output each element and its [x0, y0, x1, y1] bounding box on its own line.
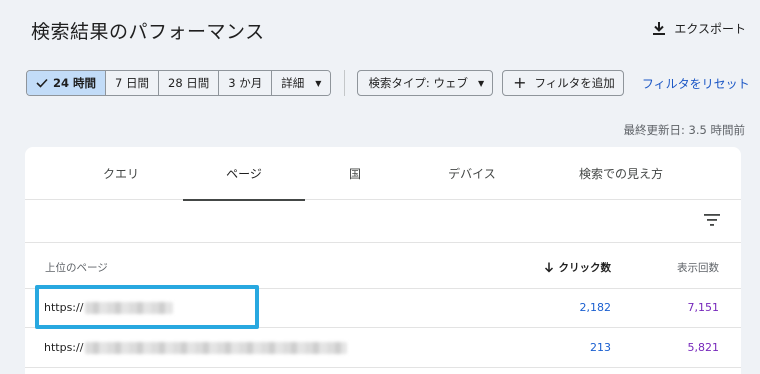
- search-type-label: 検索タイプ: ウェブ: [368, 76, 468, 90]
- results-card: クエリ ページ 国 デバイス 検索での見え方 上位のページ クリック数 表示回数…: [25, 147, 741, 374]
- reset-filters-link[interactable]: フィルタをリセット: [642, 75, 750, 92]
- impressions-value: 7,151: [687, 301, 720, 314]
- page-header: 検索結果のパフォーマンス エクスポート: [0, 0, 760, 60]
- caret-down-icon: ▼: [477, 78, 485, 88]
- tab-queries[interactable]: クエリ: [61, 147, 181, 200]
- filter-toolbar: 24 時間 7 日間 28 日間 3 か月 詳細 ▼ 検索タイプ: ウェブ ▼ …: [26, 70, 750, 96]
- highlight-box: [35, 285, 259, 329]
- toolbar-divider: [344, 70, 346, 96]
- date-range-3m[interactable]: 3 か月: [219, 71, 273, 95]
- column-header-clicks[interactable]: クリック数: [544, 260, 612, 275]
- tab-search-appearance[interactable]: 検索での見え方: [541, 147, 701, 200]
- date-range-label: 28 日間: [168, 76, 210, 90]
- dimension-tabs: クエリ ページ 国 デバイス 検索での見え方: [25, 147, 741, 201]
- add-filter-label: フィルタを追加: [534, 76, 615, 90]
- date-range-label: 3 か月: [228, 76, 263, 90]
- date-range-selector: 24 時間 7 日間 28 日間 3 か月 詳細 ▼: [26, 70, 332, 96]
- page-title: 検索結果のパフォーマンス: [31, 21, 265, 43]
- table-filter-button[interactable]: [704, 211, 720, 230]
- detail-label: 詳細: [281, 76, 305, 90]
- impressions-value: 5,821: [687, 341, 720, 354]
- check-icon: [36, 78, 48, 88]
- clicks-header-label: クリック数: [558, 262, 612, 274]
- date-range-7d[interactable]: 7 日間: [106, 71, 159, 95]
- add-filter-button[interactable]: + フィルタを追加: [502, 70, 624, 96]
- plus-icon: +: [513, 73, 527, 92]
- date-range-label: 24 時間: [53, 76, 97, 90]
- page-url: https://: [44, 341, 348, 354]
- caret-down-icon: ▼: [315, 78, 322, 88]
- filter-list-icon: [704, 214, 720, 226]
- table-header: 上位のページ クリック数 表示回数: [25, 243, 741, 289]
- date-range-28d[interactable]: 28 日間: [159, 71, 220, 95]
- redacted-url: [85, 341, 348, 354]
- url-prefix: https://: [44, 341, 84, 354]
- last-updated-text: 最終更新日: 3.5 時間前: [623, 123, 745, 137]
- date-range-detail-dropdown[interactable]: 詳細 ▼: [272, 71, 331, 95]
- clicks-value: 2,182: [579, 301, 612, 314]
- column-header-impressions[interactable]: 表示回数: [677, 260, 719, 275]
- tab-countries[interactable]: 国: [307, 147, 403, 200]
- tab-devices[interactable]: デバイス: [405, 147, 539, 200]
- export-label: エクスポート: [674, 22, 746, 36]
- column-header-page[interactable]: 上位のページ: [45, 260, 108, 275]
- table-row[interactable]: https:// 213 5,821: [25, 329, 741, 368]
- search-type-dropdown[interactable]: 検索タイプ: ウェブ ▼: [357, 70, 494, 96]
- clicks-value: 213: [590, 341, 611, 354]
- date-range-label: 7 日間: [115, 76, 149, 90]
- arrow-down-icon: [544, 262, 553, 273]
- date-range-24h[interactable]: 24 時間: [27, 71, 107, 95]
- download-icon: [653, 22, 666, 35]
- tab-pages[interactable]: ページ: [183, 147, 305, 201]
- export-button[interactable]: エクスポート: [652, 20, 746, 37]
